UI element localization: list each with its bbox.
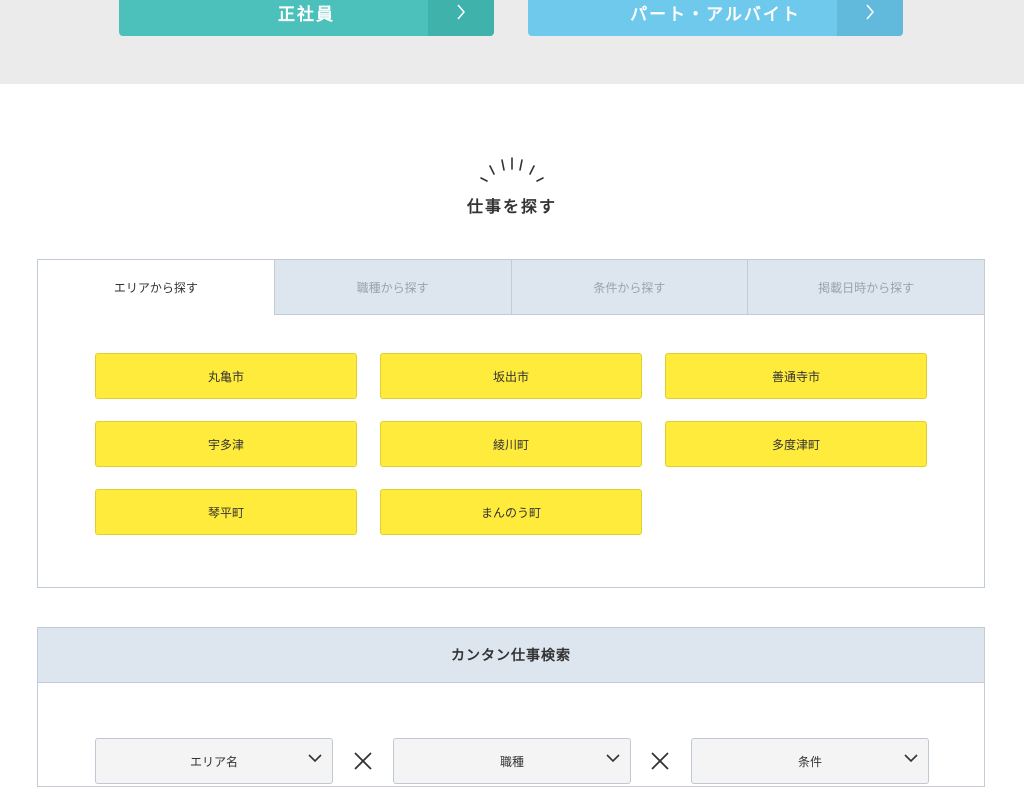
fulltime-button-label: 正社員: [278, 4, 335, 25]
tab-posting-date[interactable]: 掲載日時から探す: [747, 260, 984, 315]
section-title: 仕事を探す: [466, 197, 557, 216]
quick-search-title: カンタン仕事検索: [38, 628, 984, 683]
area-select[interactable]: エリア名: [95, 738, 333, 784]
area-button-zentsuji[interactable]: 善通寺市: [665, 353, 927, 399]
conditions-select-value: 条件: [797, 754, 822, 769]
tab-job-type[interactable]: 職種から探す: [273, 260, 511, 315]
area-button-ayagawa[interactable]: 綾川町: [380, 421, 642, 467]
quick-search-panel: カンタン仕事検索 エリア名 職種 条件: [37, 627, 985, 787]
area-button-manno[interactable]: まんのう町: [380, 489, 642, 535]
area-button-grid: 丸亀市 坂出市 善通寺市 宇多津 綾川町 多度津町 琴平町 まんのう町: [95, 353, 929, 535]
job-type-select[interactable]: 職種: [393, 738, 631, 784]
area-button-sakaide[interactable]: 坂出市: [380, 353, 642, 399]
tab-conditions[interactable]: 条件から探す: [510, 260, 748, 315]
chevron-right-icon: [837, 0, 903, 36]
fulltime-button[interactable]: 正社員: [119, 0, 494, 36]
chevron-right-icon: [428, 0, 494, 36]
tab-area[interactable]: エリアから探す: [38, 260, 274, 315]
area-button-marugame[interactable]: 丸亀市: [95, 353, 357, 399]
chevron-down-icon: [308, 754, 322, 763]
times-icon: [651, 752, 669, 770]
chevron-down-icon: [904, 754, 918, 763]
times-icon: [354, 752, 372, 770]
sparkle-icon: [480, 157, 544, 182]
area-button-tadotsu[interactable]: 多度津町: [665, 421, 927, 467]
parttime-button[interactable]: パート・アルバイト: [528, 0, 903, 36]
top-band: 正社員 パート・アルバイト: [0, 0, 1024, 84]
job-type-select-value: 職種: [499, 754, 524, 769]
search-tabs: エリアから探す 職種から探す 条件から探す 掲載日時から探す: [38, 260, 984, 315]
area-tab-panel: エリアから探す 職種から探す 条件から探す 掲載日時から探す 丸亀市 坂出市 善…: [37, 259, 985, 588]
conditions-select[interactable]: 条件: [691, 738, 929, 784]
parttime-button-label: パート・アルバイト: [630, 4, 801, 25]
chevron-down-icon: [606, 754, 620, 763]
area-select-value: エリア名: [189, 754, 238, 769]
area-button-kotohira[interactable]: 琴平町: [95, 489, 357, 535]
area-button-utazu[interactable]: 宇多津: [95, 421, 357, 467]
